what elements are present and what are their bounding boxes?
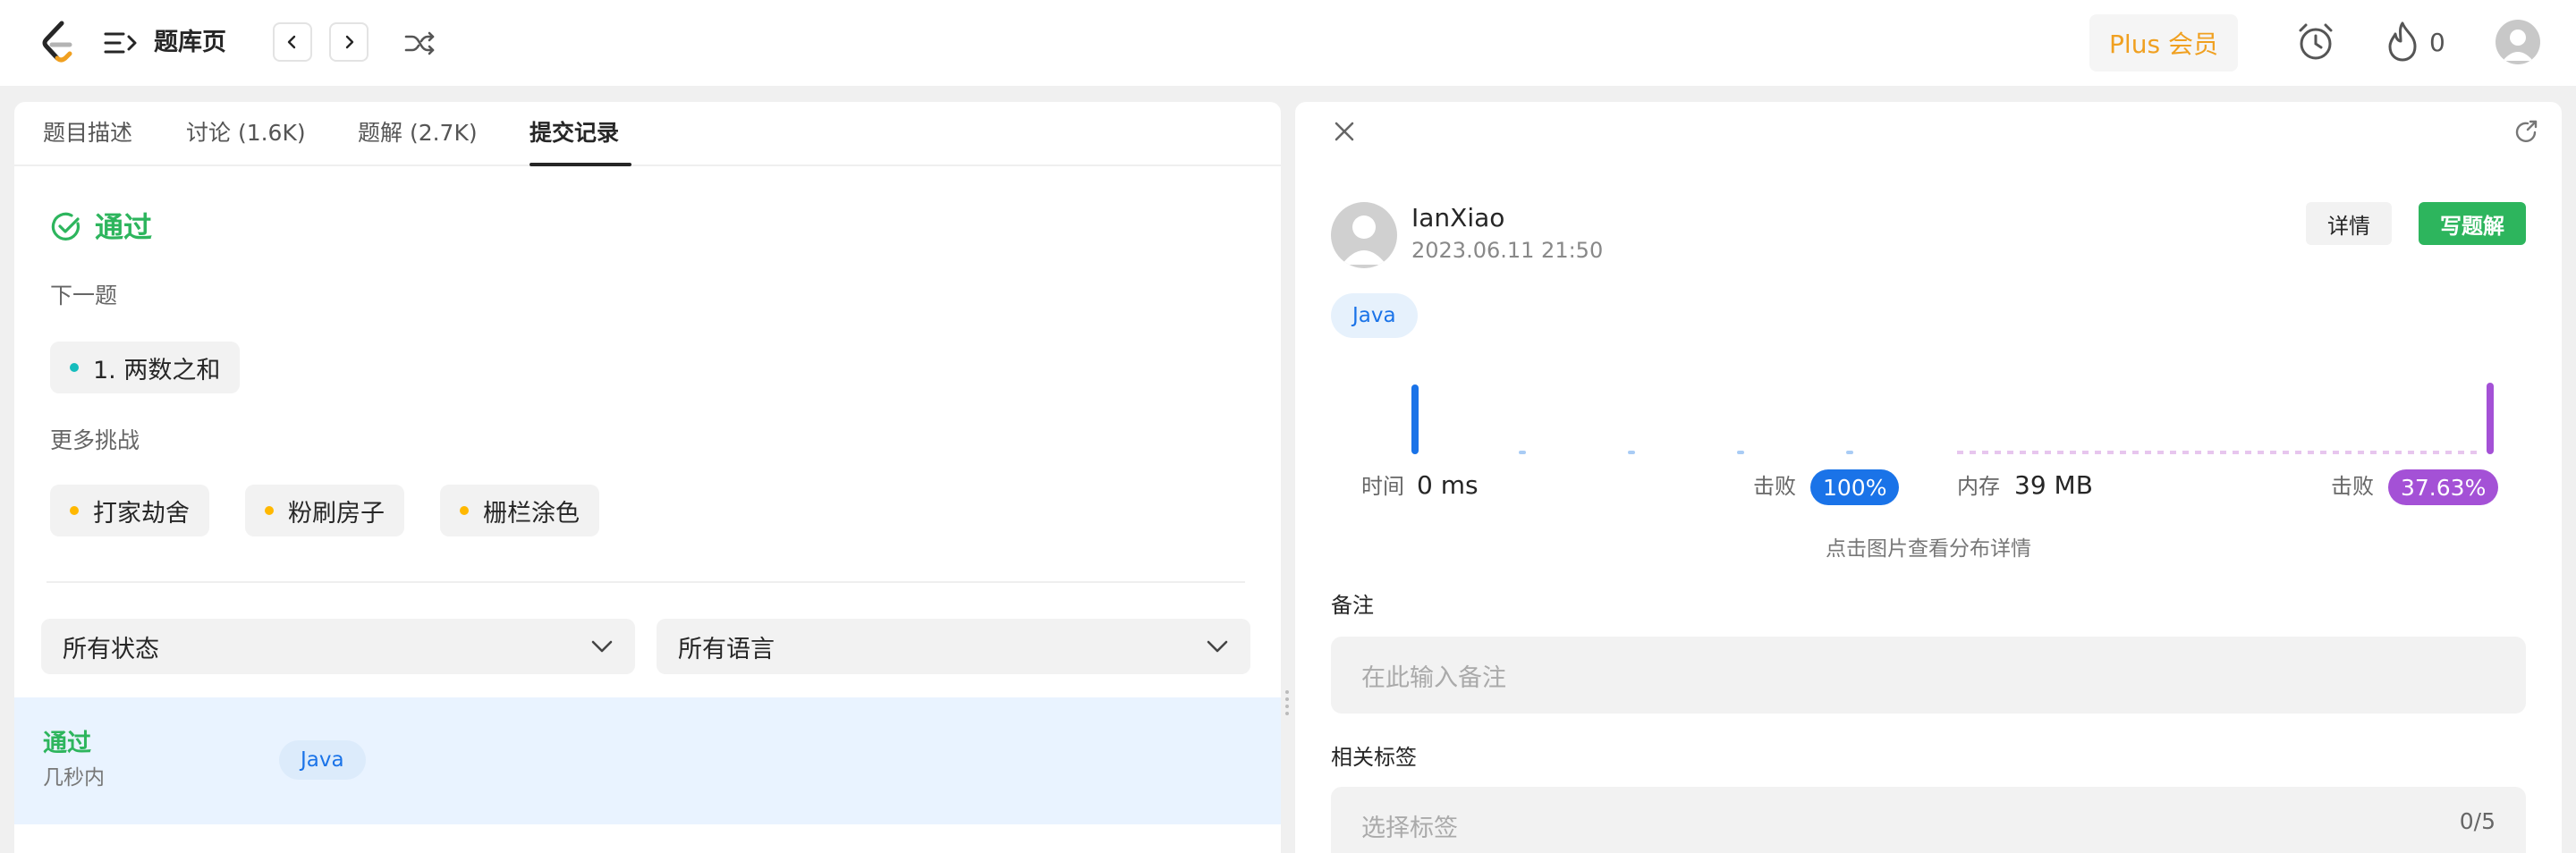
memory-label: 内存 <box>1957 474 2000 499</box>
problem-panel: 题目描述 讨论 (1.6K) 题解 (2.7K) 提交记录 通过 下一题 1. … <box>14 102 1281 853</box>
submission-row[interactable]: 通过 几秒内 Java <box>14 697 1281 824</box>
runtime-dist-bar <box>1846 451 1853 454</box>
next-problem-label: 下一题 <box>50 283 118 308</box>
challenge-chip[interactable]: 粉刷房子 <box>245 485 404 536</box>
author-username[interactable]: IanXiao <box>1411 202 1504 234</box>
tab-description[interactable]: 题目描述 <box>43 118 132 148</box>
chevron-left-icon <box>287 35 296 49</box>
challenge-title: 粉刷房子 <box>288 499 385 528</box>
memory-value: 39 MB <box>2014 470 2093 500</box>
result-title: 通过 <box>95 210 153 244</box>
tags-label: 相关标签 <box>1331 745 1417 770</box>
submission-status: 通过 <box>43 730 91 757</box>
status-filter-value: 所有状态 <box>63 635 159 663</box>
challenge-chip[interactable]: 打家劫舍 <box>50 485 209 536</box>
runtime-beat-badge: 100% <box>1810 469 1900 505</box>
submission-time: 几秒内 <box>43 766 105 790</box>
language-filter-select[interactable]: 所有语言 <box>657 619 1250 674</box>
tags-select[interactable]: 选择标签 0/5 <box>1331 787 2526 853</box>
share-icon[interactable] <box>2513 118 2540 145</box>
language-badge: Java <box>1331 293 1418 338</box>
tags-count: 0/5 <box>2459 808 2496 834</box>
alarm-clock-icon[interactable] <box>2295 21 2336 63</box>
note-placeholder: 在此输入备注 <box>1361 663 1506 692</box>
runtime-label: 时间 <box>1361 474 1404 499</box>
difficulty-medium-dot <box>460 506 469 515</box>
panel-resize-handle[interactable] <box>1284 688 1290 719</box>
memory-current-bar <box>2487 383 2494 454</box>
memory-beat-label: 击败 <box>2331 474 2374 499</box>
note-input[interactable]: 在此输入备注 <box>1331 637 2526 714</box>
submission-detail-panel: IanXiao 2023.06.11 21:50 详情 写题解 Java 时间 … <box>1295 102 2562 853</box>
runtime-dist-bar <box>1628 451 1635 454</box>
chevron-right-icon <box>345 35 354 49</box>
author-avatar[interactable] <box>1331 202 1397 268</box>
plus-membership-button[interactable]: Plus 会员 <box>2089 14 2238 72</box>
chevron-down-icon <box>591 640 613 653</box>
runtime-beat-label: 击败 <box>1753 474 1796 499</box>
note-label: 备注 <box>1331 593 1374 618</box>
page-title[interactable]: 题库页 <box>154 25 226 61</box>
write-solution-button[interactable]: 写题解 <box>2419 202 2526 245</box>
next-problem-button[interactable] <box>329 22 369 62</box>
divider <box>47 581 1245 583</box>
difficulty-easy-dot <box>70 363 79 372</box>
fire-streak-icon[interactable] <box>2385 20 2420 63</box>
challenge-title: 栅栏涂色 <box>483 499 580 528</box>
next-problem-chip[interactable]: 1. 两数之和 <box>50 342 241 393</box>
difficulty-medium-dot <box>70 506 79 515</box>
check-circle-icon <box>51 212 80 241</box>
previous-problem-button[interactable] <box>273 22 312 62</box>
tab-discussion[interactable]: 讨论 (1.6K) <box>186 118 306 148</box>
problem-list-icon[interactable] <box>104 29 140 57</box>
more-challenges-label: 更多挑战 <box>50 427 140 453</box>
user-silhouette-icon <box>1342 215 1386 265</box>
user-silhouette-icon <box>2503 30 2533 61</box>
result-header: 通过 <box>50 209 152 245</box>
runtime-dist-bar <box>1519 451 1526 454</box>
status-filter-select[interactable]: 所有状态 <box>41 619 635 674</box>
runtime-dist-bar <box>1737 451 1744 454</box>
top-navigation-bar: 题库页 Plus 会员 0 <box>0 0 2576 86</box>
challenge-title: 打家劫舍 <box>93 499 190 528</box>
chevron-down-icon <box>1207 640 1228 653</box>
submission-language-badge: Java <box>279 740 366 780</box>
close-icon[interactable] <box>1331 118 1358 145</box>
submission-date: 2023.06.11 21:50 <box>1411 238 1604 263</box>
memory-beat-badge: 37.63% <box>2388 469 2499 505</box>
chart-hint: 点击图片查看分布详情 <box>1826 537 2031 561</box>
difficulty-medium-dot <box>265 506 274 515</box>
challenge-chip[interactable]: 栅栏涂色 <box>440 485 599 536</box>
details-button[interactable]: 详情 <box>2306 202 2392 245</box>
next-problem-title: 1. 两数之和 <box>93 356 221 384</box>
runtime-current-bar <box>1411 384 1419 454</box>
leetcode-logo-icon[interactable] <box>38 20 77 63</box>
distribution-chart[interactable] <box>1331 370 2529 477</box>
streak-count: 0 <box>2429 28 2445 57</box>
tags-placeholder: 选择标签 <box>1361 814 1458 842</box>
shuffle-icon[interactable] <box>404 29 435 57</box>
runtime-value: 0 ms <box>1417 470 1479 500</box>
active-tab-indicator <box>530 163 631 166</box>
tab-submissions[interactable]: 提交记录 <box>530 118 619 148</box>
user-avatar[interactable] <box>2496 20 2540 64</box>
language-filter-value: 所有语言 <box>678 635 775 663</box>
tab-solutions[interactable]: 题解 (2.7K) <box>358 118 478 148</box>
problem-tabs: 题目描述 讨论 (1.6K) 题解 (2.7K) 提交记录 <box>14 102 1281 166</box>
